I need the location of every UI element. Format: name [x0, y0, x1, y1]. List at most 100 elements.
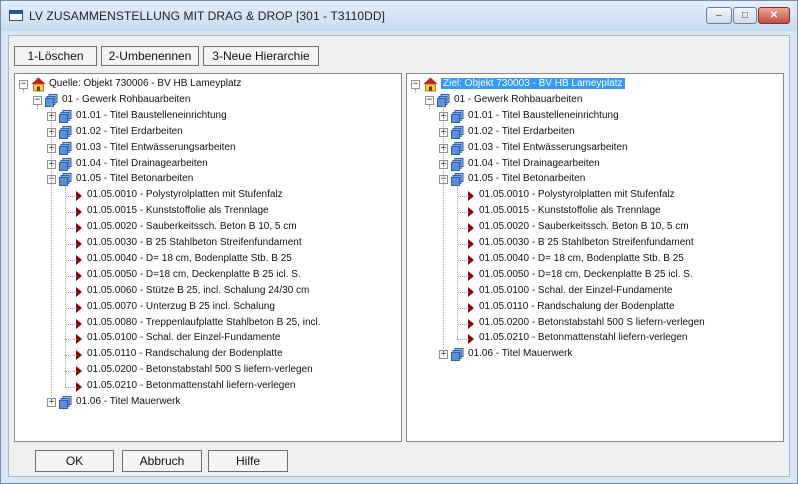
node-label: 01.02 - Titel Erdarbeiten	[76, 125, 183, 137]
tree-connector	[457, 196, 469, 198]
tree-connector	[37, 104, 38, 109]
title-bar[interactable]: LV ZUSAMMENSTELLUNG MIT DRAG & DROP [301…	[1, 1, 797, 31]
cancel-button[interactable]: Abbruch	[122, 450, 202, 472]
hierarchy-folder-icon	[59, 109, 72, 123]
minimize-button[interactable]: –	[706, 7, 732, 24]
position-label: 01.05.0200 - Betonstabstahl 500 S liefer…	[479, 316, 705, 328]
tree-connector	[415, 89, 416, 93]
title-node[interactable]: +01.02 - Titel Erdarbeiten	[15, 125, 401, 141]
tree-connector	[457, 228, 469, 230]
help-button[interactable]: Hilfe	[208, 450, 288, 472]
position-label: 01.05.0100 - Schal. der Einzel-Fundament…	[479, 284, 673, 296]
tree-connector	[457, 244, 469, 245]
title-node[interactable]: +01.01 - Titel Baustelleneinrichtung	[15, 109, 401, 125]
tree-connector	[65, 244, 77, 245]
position-label: 01.05.0100 - Schal. der Einzel-Fundament…	[87, 332, 281, 344]
title-node[interactable]: +01.02 - Titel Erdarbeiten	[407, 125, 783, 141]
tree-connector	[457, 275, 469, 277]
tree-connector	[429, 104, 430, 109]
tree-connector	[51, 104, 52, 403]
tree-connector	[65, 259, 77, 261]
main-window: LV ZUSAMMENSTELLUNG MIT DRAG & DROP [301…	[0, 0, 798, 484]
node-label: 01.05 - Titel Betonarbeiten	[76, 173, 194, 185]
tree-connector	[457, 339, 469, 341]
close-button[interactable]: ✕	[758, 7, 790, 24]
tree-connector	[457, 259, 469, 261]
position-label: 01.05.0020 - Sauberkeitssch. Beton B 10,…	[479, 221, 689, 233]
position-label: 01.05.0015 - Kunststoffolie als Trennlag…	[479, 205, 661, 217]
tree-connector	[457, 212, 469, 214]
position-label: 01.05.0110 - Randschalung der Bodenplatt…	[479, 300, 675, 312]
node-label: 01.06 - Titel Mauerwerk	[468, 348, 573, 360]
position-label: 01.05.0040 - D= 18 cm, Bodenplatte Stb. …	[479, 252, 684, 264]
house-icon	[423, 77, 438, 92]
position-label: 01.05.0060 - Stütze B 25, incl. Schalung…	[87, 284, 310, 296]
delete-button[interactable]: 1-Löschen	[14, 46, 97, 66]
tree-connector	[65, 355, 77, 357]
tree-root-node[interactable]: − Ziel: Objekt 730003 - BV HB Lameyplatz	[407, 77, 783, 93]
tree-connector	[65, 228, 77, 230]
tree-connector	[65, 371, 77, 373]
node-label: Ziel: Objekt 730003 - BV HB Lameyplatz	[441, 78, 625, 89]
tree-connector	[65, 307, 77, 309]
hierarchy-folder-icon	[59, 141, 72, 155]
tree-connector	[65, 291, 77, 293]
new-hierarchy-button[interactable]: 3-Neue Hierarchie	[203, 46, 319, 66]
title-node[interactable]: −01.05 - Titel Betonarbeiten	[407, 172, 783, 188]
tree-connector	[457, 307, 469, 309]
tree-connector	[65, 196, 77, 198]
dialog-body: 1-Löschen 2-Umbenennen 3-Neue Hierarchie…	[8, 35, 790, 477]
maximize-button[interactable]: □	[733, 7, 757, 24]
position-label: 01.05.0010 - Polystyrolplatten mit Stufe…	[479, 189, 675, 201]
tree-connector	[65, 184, 66, 387]
position-label: 01.05.0200 - Betonstabstahl 500 S liefer…	[87, 364, 313, 376]
position-label: 01.05.0040 - D= 18 cm, Bodenplatte Stb. …	[87, 252, 292, 264]
gewerk-node[interactable]: − 01 - Gewerk Rohbauarbeiten	[407, 93, 783, 109]
position-label: 01.05.0050 - D=18 cm, Deckenplatte B 25 …	[87, 268, 301, 280]
node-label: 01.04 - Titel Drainagearbeiten	[468, 157, 600, 169]
position-label: 01.05.0210 - Betonmattenstahl liefern-ve…	[87, 380, 296, 392]
node-label: 01.04 - Titel Drainagearbeiten	[76, 157, 208, 169]
tree-connector	[65, 275, 77, 277]
collapse-toggle-icon[interactable]: −	[425, 95, 434, 105]
collapse-toggle-icon[interactable]: −	[19, 80, 28, 89]
title-node[interactable]: +01.04 - Titel Drainagearbeiten	[15, 157, 401, 173]
tree-connector	[457, 291, 469, 293]
tree-connector	[65, 339, 77, 341]
ok-button[interactable]: OK	[35, 450, 114, 472]
hierarchy-folder-icon	[59, 157, 72, 171]
tree-connector	[457, 184, 458, 340]
position-label: 01.05.0110 - Randschalung der Bodenplatt…	[87, 348, 283, 360]
node-label: 01.03 - Titel Entwässerungsarbeiten	[76, 141, 236, 153]
node-label: 01.05 - Titel Betonarbeiten	[468, 173, 586, 185]
source-tree-pane[interactable]: − Quelle: Objekt 730006 - BV HB Lameyplat…	[14, 73, 402, 442]
rename-button[interactable]: 2-Umbenennen	[101, 46, 199, 66]
title-node[interactable]: +01.03 - Titel Entwässerungsarbeiten	[407, 141, 783, 157]
title-node[interactable]: +01.06 - Titel Mauerwerk	[407, 347, 783, 363]
window-title: LV ZUSAMMENSTELLUNG MIT DRAG & DROP [301…	[29, 9, 386, 23]
position-label: 01.05.0070 - Unterzug B 25 incl. Schalun…	[87, 300, 275, 312]
hierarchy-folder-icon	[451, 157, 464, 171]
node-label: 01 - Gewerk Rohbauarbeiten	[62, 93, 191, 105]
position-label: 01.05.0030 - B 25 Stahlbeton Streifenfun…	[87, 237, 302, 248]
tree-connector	[65, 387, 77, 389]
title-node[interactable]: −01.05 - Titel Betonarbeiten	[15, 172, 401, 188]
title-node[interactable]: +01.01 - Titel Baustelleneinrichtung	[407, 109, 783, 125]
target-tree-pane[interactable]: − Ziel: Objekt 730003 - BV HB Lameyplatz −…	[406, 73, 784, 442]
house-icon	[31, 77, 46, 92]
title-node[interactable]: +01.04 - Titel Drainagearbeiten	[407, 157, 783, 173]
hierarchy-folder-icon	[451, 125, 464, 139]
node-label: 01.06 - Titel Mauerwerk	[76, 396, 181, 407]
collapse-toggle-icon[interactable]: −	[411, 80, 420, 89]
tree-connector	[443, 104, 444, 356]
gewerk-node[interactable]: − 01 - Gewerk Rohbauarbeiten	[15, 93, 401, 109]
hierarchy-folder-icon	[59, 396, 72, 409]
collapse-toggle-icon[interactable]: −	[33, 95, 42, 105]
node-label: 01.01 - Titel Baustelleneinrichtung	[76, 109, 227, 121]
hierarchy-folder-icon	[451, 348, 464, 362]
tree-root-node[interactable]: − Quelle: Objekt 730006 - BV HB Lameyplat…	[15, 77, 401, 93]
node-label: 01.01 - Titel Baustelleneinrichtung	[468, 109, 619, 121]
title-node[interactable]: +01.06 - Titel Mauerwerk	[15, 395, 401, 411]
title-node[interactable]: +01.03 - Titel Entwässerungsarbeiten	[15, 141, 401, 157]
node-label: 01.02 - Titel Erdarbeiten	[468, 125, 575, 137]
